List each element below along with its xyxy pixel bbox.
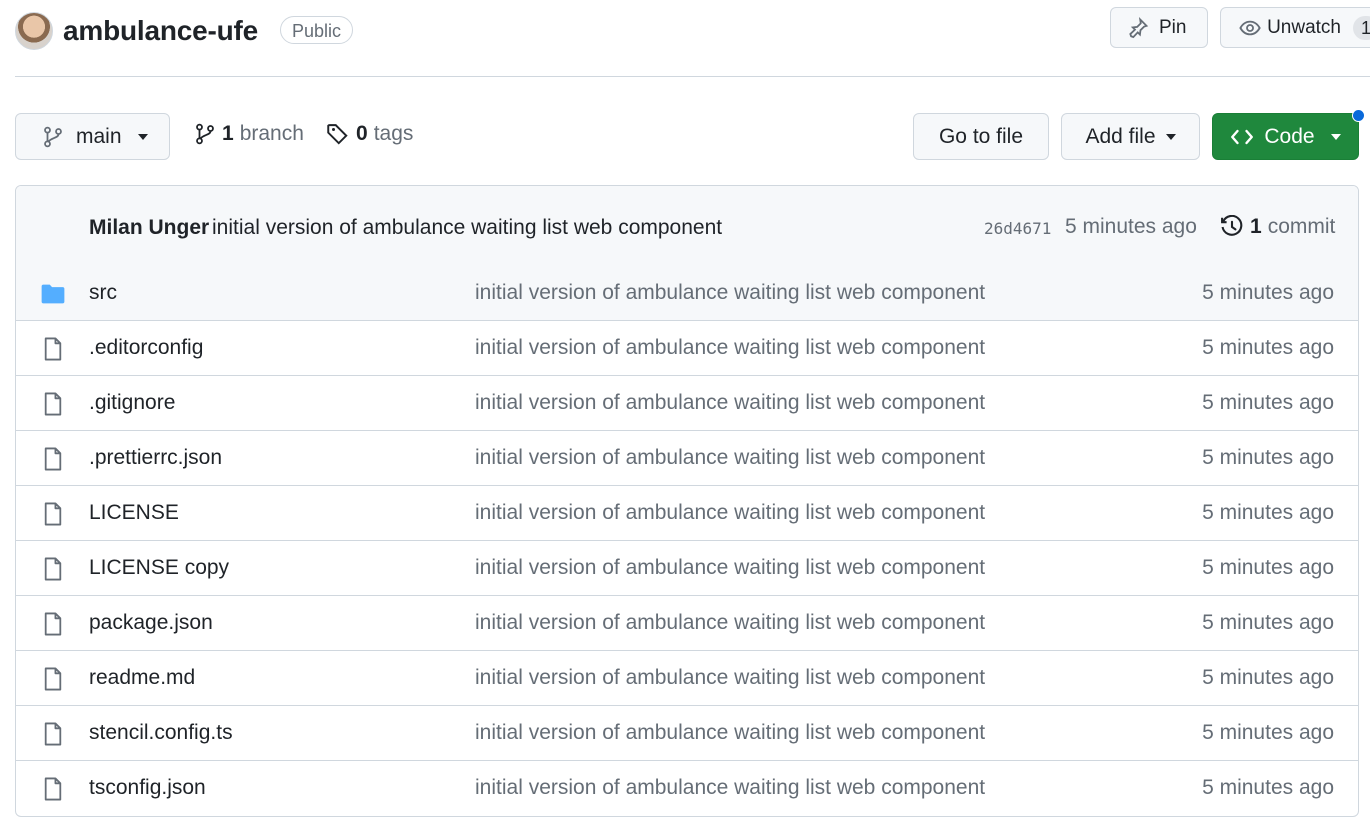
file-commit-message[interactable]: initial version of ambulance waiting lis… (475, 721, 985, 745)
folder-icon (41, 284, 65, 304)
table-row[interactable]: package.json initial version of ambulanc… (16, 596, 1358, 651)
owner-avatar[interactable] (15, 12, 53, 50)
notification-dot (1352, 109, 1365, 122)
unwatch-button[interactable]: Unwatch 1 (1220, 7, 1370, 48)
file-name[interactable]: .gitignore (89, 391, 175, 415)
chevron-down-icon (137, 133, 148, 140)
table-row[interactable]: readme.md initial version of ambulance w… (16, 651, 1358, 706)
file-commit-message[interactable]: initial version of ambulance waiting lis… (475, 281, 985, 305)
file-commit-message[interactable]: initial version of ambulance waiting lis… (475, 501, 985, 525)
table-row[interactable]: .gitignore initial version of ambulance … (16, 376, 1358, 431)
table-row[interactable]: LICENSE copy initial version of ambulanc… (16, 541, 1358, 596)
latest-commit-bar: Milan Unger initial version of ambulance… (16, 186, 1358, 267)
file-name[interactable]: LICENSE (89, 501, 179, 525)
file-commit-message[interactable]: initial version of ambulance waiting lis… (475, 336, 985, 360)
commit-author[interactable]: Milan Unger (89, 216, 209, 240)
file-commit-message[interactable]: initial version of ambulance waiting lis… (475, 666, 985, 690)
history-icon (1221, 215, 1243, 236)
code-button[interactable]: Code (1212, 113, 1359, 160)
tag-icon (327, 124, 348, 145)
file-commit-time: 5 minutes ago (1202, 501, 1334, 524)
tag-count: 0 (356, 122, 368, 145)
file-icon (44, 392, 62, 416)
file-commit-time: 5 minutes ago (1202, 391, 1334, 414)
file-name[interactable]: tsconfig.json (89, 776, 206, 800)
commit-message[interactable]: initial version of ambulance waiting lis… (212, 216, 722, 240)
branch-icon (196, 123, 214, 145)
file-name[interactable]: stencil.config.ts (89, 721, 233, 745)
pin-button[interactable]: Pin (1110, 7, 1208, 48)
file-icon (44, 722, 62, 746)
commit-time: 5 minutes ago (1065, 215, 1197, 238)
branch-count: 1 (222, 122, 234, 145)
commit-count: 1 (1250, 215, 1262, 238)
tag-label: tags (373, 122, 414, 145)
file-commit-message[interactable]: initial version of ambulance waiting lis… (475, 446, 985, 470)
file-icon (44, 667, 62, 691)
table-row[interactable]: .editorconfig initial version of ambulan… (16, 321, 1358, 376)
file-commit-message[interactable]: initial version of ambulance waiting lis… (475, 611, 985, 635)
file-name[interactable]: package.json (89, 611, 213, 635)
table-row[interactable]: .prettierrc.json initial version of ambu… (16, 431, 1358, 486)
repo-name[interactable]: ambulance-ufe (63, 12, 258, 50)
branches-link[interactable]: 1 branch (194, 122, 304, 146)
file-list: src initial version of ambulance waiting… (16, 266, 1358, 816)
file-icon (44, 777, 62, 801)
file-name[interactable]: .prettierrc.json (89, 446, 222, 470)
pin-label: Pin (1159, 16, 1187, 38)
file-name[interactable]: LICENSE copy (89, 556, 229, 580)
file-commit-time: 5 minutes ago (1202, 776, 1334, 799)
file-commit-time: 5 minutes ago (1202, 281, 1334, 304)
unwatch-label: Unwatch (1267, 16, 1341, 38)
file-commit-time: 5 minutes ago (1202, 446, 1334, 469)
pin-icon (1129, 16, 1149, 38)
file-icon (44, 557, 62, 581)
file-commit-time: 5 minutes ago (1202, 611, 1334, 634)
commit-sha[interactable]: 26d4671 (984, 219, 1051, 238)
file-name[interactable]: readme.md (89, 666, 195, 690)
branch-selector[interactable]: main (15, 113, 170, 160)
code-icon (1231, 129, 1254, 144)
file-commit-message[interactable]: initial version of ambulance waiting lis… (475, 391, 985, 415)
branch-name: main (76, 124, 122, 148)
chevron-down-icon (1165, 133, 1176, 140)
file-icon (44, 447, 62, 471)
file-icon (44, 612, 62, 636)
file-icon (44, 337, 62, 361)
file-commit-message[interactable]: initial version of ambulance waiting lis… (475, 556, 985, 580)
add-file-label: Add file (1085, 124, 1156, 148)
add-file-button[interactable]: Add file (1061, 113, 1200, 160)
chevron-down-icon (1330, 133, 1341, 140)
code-label: Code (1264, 124, 1315, 148)
header-divider (15, 76, 1370, 77)
table-row[interactable]: LICENSE initial version of ambulance wai… (16, 486, 1358, 541)
table-row[interactable]: src initial version of ambulance waiting… (16, 266, 1358, 321)
file-browser: Milan Unger initial version of ambulance… (15, 185, 1359, 817)
file-commit-time: 5 minutes ago (1202, 721, 1334, 744)
file-name[interactable]: .editorconfig (89, 336, 203, 360)
branch-label: branch (239, 122, 304, 145)
go-to-file-button[interactable]: Go to file (913, 113, 1049, 160)
file-name[interactable]: src (89, 281, 117, 305)
branch-icon (44, 126, 62, 147)
table-row[interactable]: tsconfig.json initial version of ambulan… (16, 761, 1358, 816)
file-commit-time: 5 minutes ago (1202, 666, 1334, 689)
table-row[interactable]: stencil.config.ts initial version of amb… (16, 706, 1358, 761)
watch-count: 1 (1352, 15, 1370, 40)
file-commit-time: 5 minutes ago (1202, 336, 1334, 359)
file-commit-time: 5 minutes ago (1202, 556, 1334, 579)
commit-label: commit (1267, 215, 1336, 238)
commit-history-link[interactable]: 1 commit (1220, 215, 1335, 239)
file-commit-message[interactable]: initial version of ambulance waiting lis… (475, 776, 985, 800)
eye-icon (1239, 20, 1261, 35)
visibility-badge: Public (280, 16, 354, 44)
tags-link[interactable]: 0 tags (326, 122, 413, 146)
file-icon (44, 502, 62, 526)
